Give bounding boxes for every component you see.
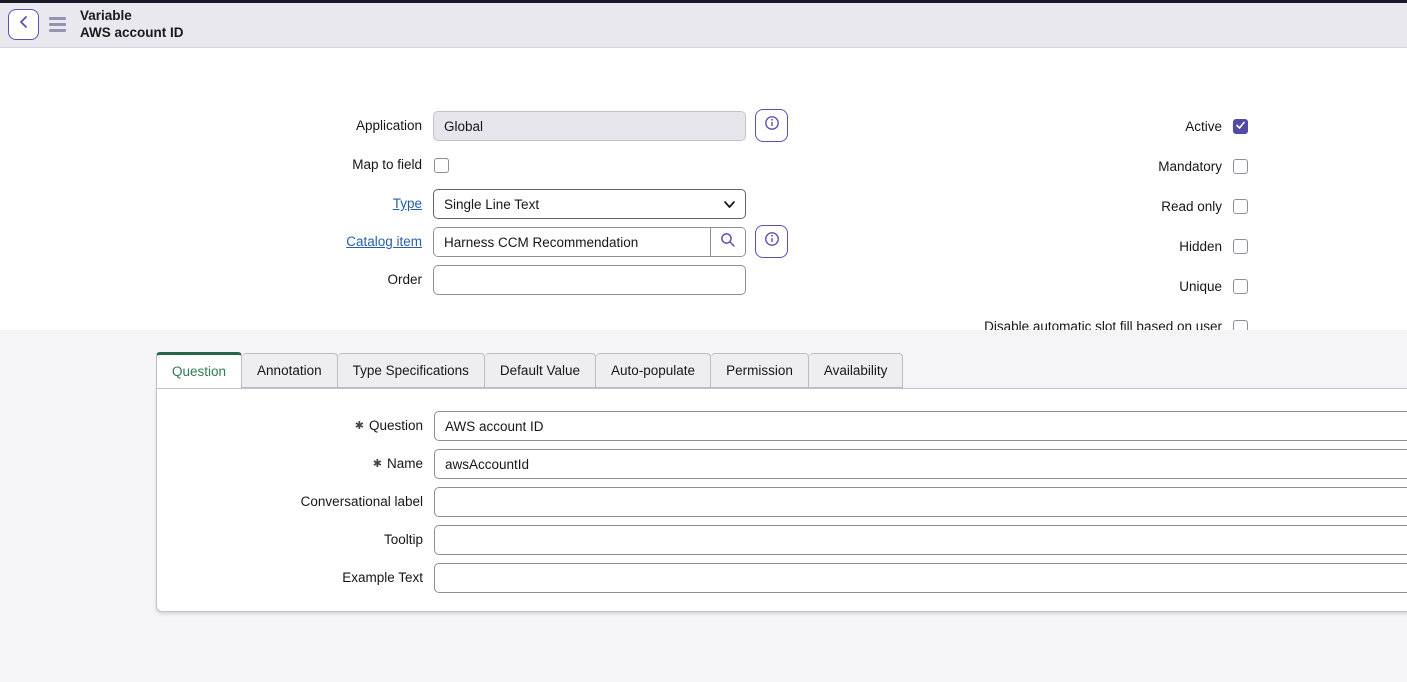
type-label: Type [0,189,422,219]
type-link[interactable]: Type [393,196,422,211]
catalog-item-info-button[interactable] [755,225,788,258]
tab-default-value[interactable]: Default Value [485,353,596,388]
example-text-input[interactable] [434,563,1407,593]
tab-strip: Question Annotation Type Specifications … [156,353,903,388]
tab-annotation[interactable]: Annotation [242,353,338,388]
type-select-value: Single Line Text [444,197,539,212]
name-label: ✱Name [157,449,423,480]
unique-checkbox[interactable] [1233,279,1248,294]
info-icon [764,115,780,136]
order-label: Order [0,265,422,295]
conversational-label-label: Conversational label [157,487,423,517]
tab-availability[interactable]: Availability [809,353,904,388]
chevron-down-icon [723,198,736,214]
application-label: Application [0,111,422,141]
catalog-item-lookup-button[interactable] [710,228,745,256]
catalog-item-link[interactable]: Catalog item [346,234,422,249]
page-title: Variable AWS account ID [80,7,184,41]
context-menu-icon[interactable] [49,17,66,32]
chevron-left-icon [18,15,30,34]
required-icon: ✱ [355,420,364,432]
form-header: Variable AWS account ID [0,0,1407,48]
question-tab-panel: ✱Question ✱Name Conversational label Too… [156,388,1407,612]
read-only-checkbox[interactable] [1233,199,1248,214]
tab-permission[interactable]: Permission [711,353,809,388]
record-type-label: Variable [80,7,184,24]
search-icon [720,232,736,253]
conversational-label-input[interactable] [434,487,1407,517]
top-edge-stripe [0,0,1407,3]
catalog-item-reference-field [433,227,746,257]
example-text-label: Example Text [157,563,423,593]
order-input[interactable] [433,265,746,295]
tooltip-label: Tooltip [157,525,423,555]
name-input[interactable] [434,449,1407,479]
active-label: Active [972,119,1222,134]
tooltip-input[interactable] [434,525,1407,555]
tab-auto-populate[interactable]: Auto-populate [596,353,711,388]
record-name-label: AWS account ID [80,24,184,41]
hidden-checkbox[interactable] [1233,239,1248,254]
mandatory-label: Mandatory [972,159,1222,174]
question-input[interactable] [434,411,1407,441]
type-select[interactable]: Single Line Text [433,189,746,219]
read-only-label: Read only [972,199,1222,214]
tab-question[interactable]: Question [156,352,242,388]
map-to-field-checkbox[interactable] [434,158,449,173]
application-info-button[interactable] [755,109,788,142]
hidden-label: Hidden [972,239,1222,254]
tabbed-section: Question Annotation Type Specifications … [0,330,1407,682]
required-icon: ✱ [373,458,382,470]
check-icon [1235,118,1246,136]
catalog-item-input[interactable] [434,228,710,256]
info-icon [764,231,780,252]
tab-type-specifications[interactable]: Type Specifications [338,353,485,388]
unique-label: Unique [972,279,1222,294]
active-checkbox[interactable] [1233,119,1248,134]
map-to-field-label: Map to field [0,143,422,187]
question-label: ✱Question [157,411,423,442]
back-button[interactable] [8,9,39,40]
variable-form: Application Map to field Type Single Lin… [0,48,1407,330]
application-input[interactable] [433,111,746,141]
catalog-item-label: Catalog item [0,227,422,257]
mandatory-checkbox[interactable] [1233,159,1248,174]
